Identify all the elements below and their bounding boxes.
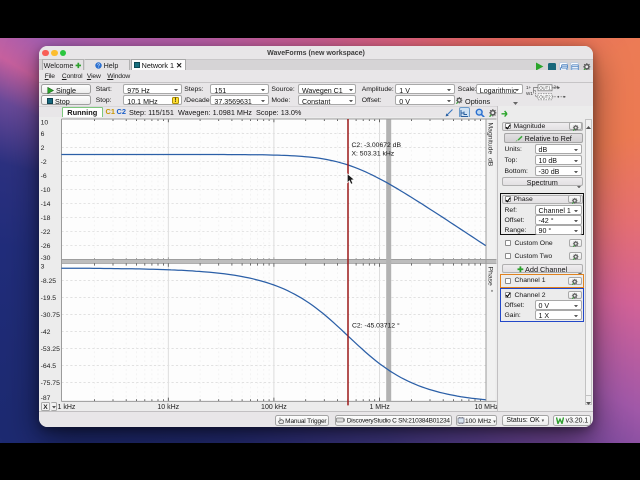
svg-text:-8.25: -8.25 [41, 278, 57, 285]
svg-text:C2: -45.03712 °: C2: -45.03712 ° [352, 322, 400, 330]
svg-text:-64.5: -64.5 [41, 363, 57, 370]
svg-text:-10: -10 [41, 187, 51, 194]
svg-text:-30: -30 [41, 255, 51, 262]
svg-text:W1: W1 [526, 91, 533, 96]
svg-text:100 kHz: 100 kHz [261, 404, 287, 411]
svg-text:1+: 1+ [526, 84, 532, 89]
svg-text:-30.75: -30.75 [41, 312, 60, 319]
svg-text:10: 10 [41, 119, 49, 126]
svg-text:-42: -42 [41, 329, 51, 336]
svg-text:10 MHz: 10 MHz [474, 404, 497, 411]
svg-text:2: 2 [41, 145, 45, 152]
svg-text:X: 503.31 kHz: X: 503.31 kHz [352, 151, 395, 158]
svg-text:Phase °: Phase ° [487, 267, 495, 293]
svg-text:-75.75: -75.75 [41, 380, 60, 387]
svg-text:C2: -3.00672 dB: C2: -3.00672 dB [352, 142, 402, 149]
svg-text:-87: -87 [41, 395, 51, 402]
svg-text:-2: -2 [41, 159, 47, 166]
svg-text:-22: -22 [41, 229, 51, 236]
svg-text:-18: -18 [41, 215, 51, 222]
svg-text:1 MHz: 1 MHz [369, 404, 390, 411]
svg-text:-6: -6 [41, 173, 47, 180]
svg-text:-19.5: -19.5 [41, 295, 57, 302]
svg-text:6: 6 [41, 131, 45, 138]
svg-text:1 kHz: 1 kHz [58, 404, 76, 411]
svg-text:?: ? [97, 64, 100, 70]
svg-text:OUT2: OUT2 [539, 94, 551, 99]
svg-text:-26: -26 [41, 243, 51, 250]
svg-text:3: 3 [41, 264, 45, 271]
svg-text:-14: -14 [41, 201, 51, 208]
svg-text:OUT1: OUT1 [539, 85, 551, 90]
svg-text:-53.25: -53.25 [41, 346, 60, 353]
svg-text:Magnitude dB: Magnitude dB [487, 123, 494, 167]
svg-text:10 kHz: 10 kHz [157, 404, 179, 411]
